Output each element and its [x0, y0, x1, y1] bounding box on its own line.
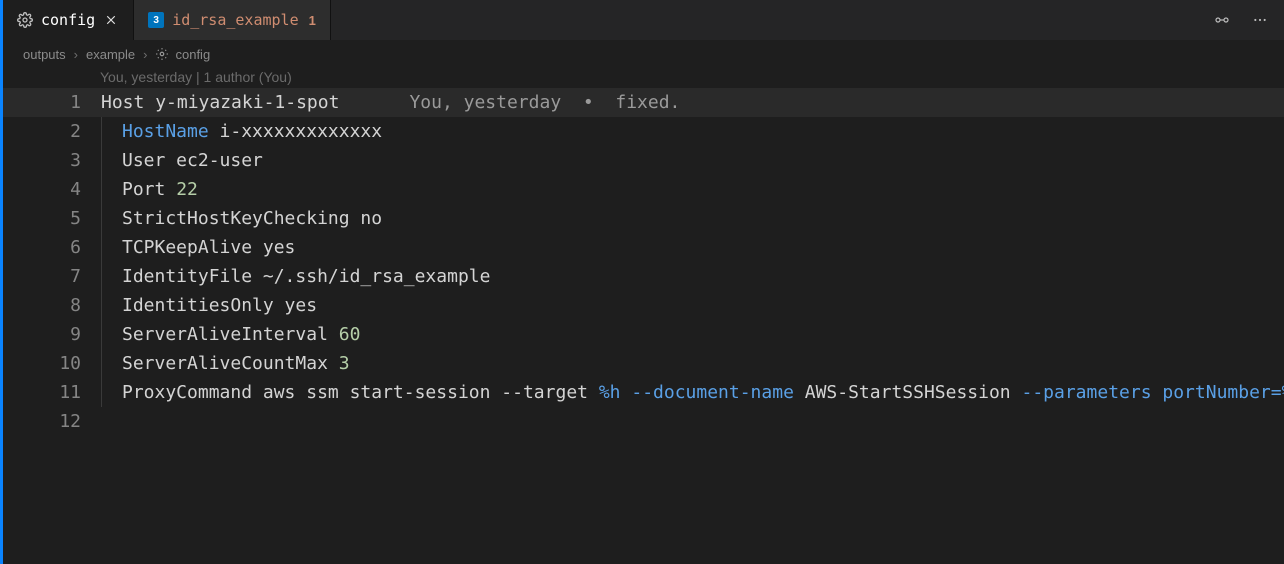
indent-guide — [101, 146, 102, 175]
gear-icon — [155, 47, 169, 61]
line-number: 3 — [3, 146, 101, 175]
code-editor[interactable]: 1 Host y-miyazaki-1-spotYou, yesterday •… — [3, 88, 1284, 564]
line-number: 9 — [3, 320, 101, 349]
chevron-right-icon: › — [74, 47, 78, 62]
line-number: 4 — [3, 175, 101, 204]
breadcrumb-seg-config[interactable]: config — [155, 47, 210, 62]
code-line[interactable]: 4 Port 22 — [3, 175, 1284, 204]
line-number: 10 — [3, 349, 101, 378]
indent-guide — [101, 233, 102, 262]
line-number: 1 — [3, 88, 101, 117]
indent-guide — [101, 117, 102, 146]
line-number: 2 — [3, 117, 101, 146]
tab-id-rsa-example[interactable]: 3 id_rsa_example 1 — [134, 0, 331, 40]
code-line[interactable]: 7 IdentityFile ~/.ssh/id_rsa_example — [3, 262, 1284, 291]
tab-label: id_rsa_example — [172, 11, 298, 29]
indent-guide — [101, 378, 102, 407]
git-blame-annotation: You, yesterday • fixed. — [409, 88, 680, 117]
close-icon[interactable] — [103, 12, 119, 28]
code-line[interactable]: 6 TCPKeepAlive yes — [3, 233, 1284, 262]
line-number: 12 — [3, 407, 101, 436]
code-line[interactable]: 3 User ec2-user — [3, 146, 1284, 175]
line-number: 11 — [3, 378, 101, 407]
indent-guide — [101, 175, 102, 204]
line-number: 7 — [3, 262, 101, 291]
code-line[interactable]: 1 Host y-miyazaki-1-spotYou, yesterday •… — [3, 88, 1284, 117]
code-line[interactable]: 2 HostName i-xxxxxxxxxxxxx — [3, 117, 1284, 146]
line-number: 6 — [3, 233, 101, 262]
compare-changes-icon[interactable] — [1212, 10, 1232, 30]
indent-guide — [101, 204, 102, 233]
more-actions-icon[interactable] — [1250, 10, 1270, 30]
indent-guide — [101, 262, 102, 291]
breadcrumb-seg-outputs[interactable]: outputs — [23, 47, 66, 62]
authors-line[interactable]: You, yesterday | 1 author (You) — [3, 66, 1284, 88]
code-line[interactable]: 11 ProxyCommand aws ssm start-session --… — [3, 378, 1284, 407]
indent-guide — [101, 320, 102, 349]
editor-window: config 3 id_rsa_example 1 outputs › exam… — [3, 0, 1284, 564]
indent-guide — [101, 291, 102, 320]
tab-label: config — [41, 11, 95, 29]
breadcrumb-seg-example[interactable]: example — [86, 47, 135, 62]
tab-actions — [1198, 0, 1284, 40]
gear-icon — [17, 12, 33, 28]
modified-count-badge: 1 — [309, 13, 316, 28]
line-number: 8 — [3, 291, 101, 320]
breadcrumb: outputs › example › config — [3, 40, 1284, 66]
indent-guide — [101, 349, 102, 378]
tab-bar: config 3 id_rsa_example 1 — [3, 0, 1284, 40]
code-line[interactable]: 10 ServerAliveCountMax 3 — [3, 349, 1284, 378]
code-line[interactable]: 9 ServerAliveInterval 60 — [3, 320, 1284, 349]
tab-config[interactable]: config — [3, 0, 134, 40]
line-number: 5 — [3, 204, 101, 233]
css-file-icon: 3 — [148, 12, 164, 28]
code-line[interactable]: 8 IdentitiesOnly yes — [3, 291, 1284, 320]
code-line[interactable]: 12 — [3, 407, 1284, 436]
code-line[interactable]: 5 StrictHostKeyChecking no — [3, 204, 1284, 233]
chevron-right-icon: › — [143, 47, 147, 62]
